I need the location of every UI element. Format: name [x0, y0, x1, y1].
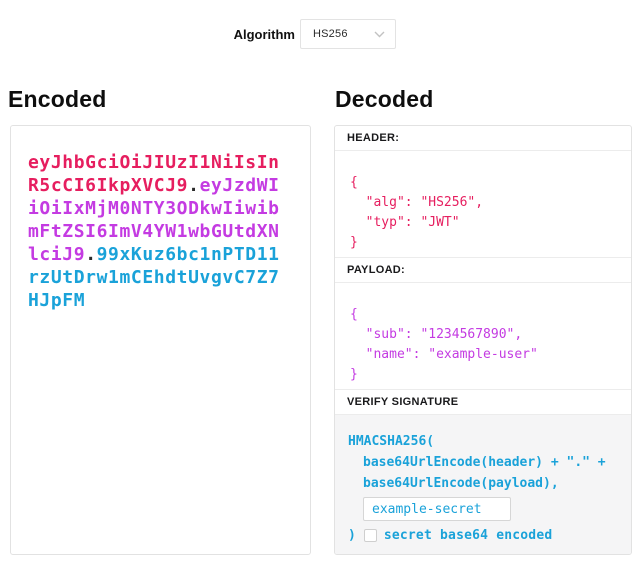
json-line: "typ": "JWT": [350, 213, 619, 233]
signature-code-line: HMACSHA256(: [348, 431, 619, 452]
payload-section-label: PAYLOAD:: [335, 258, 631, 283]
encoded-title: Encoded: [8, 86, 107, 113]
signature-close-paren: ): [348, 525, 356, 546]
verify-signature-block: HMACSHA256( base64UrlEncode(header) + ".…: [335, 415, 631, 554]
algorithm-label: Algorithm: [234, 27, 295, 42]
decoded-title: Decoded: [335, 86, 434, 113]
signature-code-line: base64UrlEncode(header) + "." +: [363, 452, 619, 473]
json-line: "alg": "HS256",: [350, 193, 619, 213]
algorithm-select[interactable]: HS256: [300, 19, 396, 49]
decoded-panel: HEADER: { "alg": "HS256", "typ": "JWT"} …: [334, 125, 632, 555]
json-line: }: [350, 233, 619, 253]
json-line: }: [350, 365, 619, 385]
signature-code-line: base64UrlEncode(payload),: [363, 473, 619, 494]
jwt-token[interactable]: eyJhbGciOiJIUzI1NiIsInR5cCI6IkpXVCJ9.eyJ…: [28, 151, 284, 312]
secret-base64-checkbox[interactable]: [364, 529, 377, 542]
header-section-label: HEADER:: [335, 126, 631, 151]
payload-json-editor[interactable]: { "sub": "1234567890", "name": "example-…: [335, 283, 631, 390]
json-line: {: [350, 173, 619, 193]
header-json-editor[interactable]: { "alg": "HS256", "typ": "JWT"}: [335, 151, 631, 258]
token-dot-separator: .: [188, 175, 199, 196]
secret-base64-checkbox-label: secret base64 encoded: [384, 525, 553, 546]
secret-input[interactable]: [363, 497, 511, 521]
algorithm-selected-value: HS256: [313, 28, 348, 40]
json-line: "name": "example-user": [350, 345, 619, 365]
encoded-token-editor[interactable]: eyJhbGciOiJIUzI1NiIsInR5cCI6IkpXVCJ9.eyJ…: [10, 125, 311, 555]
verify-signature-section-label: VERIFY SIGNATURE: [335, 390, 631, 415]
token-dot-separator: .: [85, 244, 96, 265]
chevron-down-icon: [374, 31, 385, 38]
json-line: {: [350, 305, 619, 325]
json-line: "sub": "1234567890",: [350, 325, 619, 345]
